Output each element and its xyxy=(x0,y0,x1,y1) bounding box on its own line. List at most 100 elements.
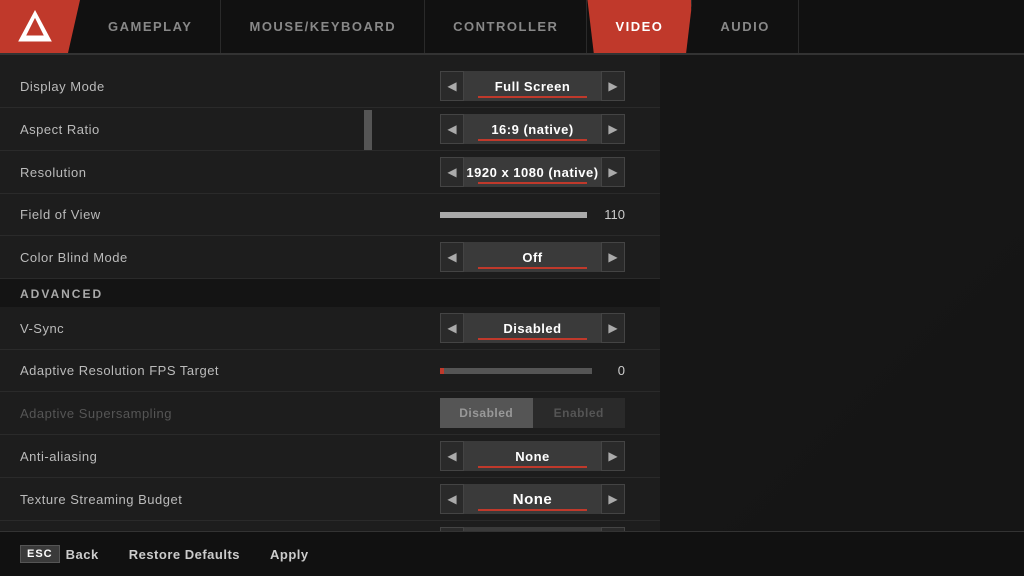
vsync-next[interactable]: ▶ xyxy=(601,313,625,343)
fov-slider[interactable]: 110 xyxy=(440,207,625,222)
apply-button[interactable]: Apply xyxy=(270,547,309,562)
anti-aliasing-value-box: None xyxy=(464,441,601,471)
display-mode-label: Display Mode xyxy=(20,79,440,94)
adaptive-res-control: 0 xyxy=(440,363,640,378)
resolution-next[interactable]: ▶ xyxy=(601,157,625,187)
adaptive-res-fill xyxy=(440,368,444,374)
anti-aliasing-next[interactable]: ▶ xyxy=(601,441,625,471)
esc-key-badge: ESC xyxy=(20,545,60,563)
aspect-ratio-value-box: 16:9 (native) xyxy=(464,114,601,144)
resolution-underline xyxy=(478,182,588,184)
adaptive-res-label: Adaptive Resolution FPS Target xyxy=(20,363,440,378)
aspect-ratio-next[interactable]: ▶ xyxy=(601,114,625,144)
tab-audio[interactable]: AUDIO xyxy=(692,0,798,53)
texture-budget-value-box: None xyxy=(464,484,601,514)
color-blind-next[interactable]: ▶ xyxy=(601,242,625,272)
resolution-value-box: 1920 x 1080 (native) xyxy=(464,157,601,187)
right-panel xyxy=(660,55,1024,531)
tab-controller[interactable]: CONTROLLER xyxy=(425,0,587,53)
aspect-ratio-label: Aspect Ratio xyxy=(20,122,440,137)
setting-texture-filter: Texture Filtering ◀ Bilinear ▶ xyxy=(0,521,660,531)
settings-panel: Display Mode ◀ Full Screen ▶ Aspect Rati… xyxy=(0,55,660,531)
texture-budget-control: ◀ None ▶ xyxy=(440,484,640,514)
display-mode-prev[interactable]: ◀ xyxy=(440,71,464,101)
restore-label: Restore Defaults xyxy=(129,547,240,562)
vsync-arrow-select: ◀ Disabled ▶ xyxy=(440,313,625,343)
vsync-prev[interactable]: ◀ xyxy=(440,313,464,343)
adaptive-super-enabled-btn[interactable]: Enabled xyxy=(533,398,626,428)
logo-area xyxy=(0,0,80,53)
resolution-label: Resolution xyxy=(20,165,440,180)
adaptive-super-disabled-btn[interactable]: Disabled xyxy=(440,398,533,428)
texture-budget-value: None xyxy=(513,491,553,508)
advanced-section-header: ADVANCED xyxy=(0,279,660,307)
texture-budget-arrow-select: ◀ None ▶ xyxy=(440,484,625,514)
resolution-control: ◀ 1920 x 1080 (native) ▶ xyxy=(440,157,640,187)
anti-aliasing-arrow-select: ◀ None ▶ xyxy=(440,441,625,471)
texture-budget-prev[interactable]: ◀ xyxy=(440,484,464,514)
fov-control: 110 xyxy=(440,207,640,222)
scrollbar-thumb[interactable] xyxy=(364,110,372,150)
fov-label: Field of View xyxy=(20,207,440,222)
anti-aliasing-control: ◀ None ▶ xyxy=(440,441,640,471)
aspect-ratio-control: ◀ 16:9 (native) ▶ xyxy=(440,114,640,144)
fov-slider-track[interactable] xyxy=(440,212,587,218)
color-blind-control: ◀ Off ▶ xyxy=(440,242,640,272)
color-blind-underline xyxy=(478,267,588,269)
display-mode-underline xyxy=(478,96,588,98)
nav-tabs: GAMEPLAY MOUSE/KEYBOARD CONTROLLER VIDEO… xyxy=(80,0,1024,53)
vsync-value-box: Disabled xyxy=(464,313,601,343)
aspect-ratio-underline xyxy=(478,139,588,141)
anti-aliasing-value: None xyxy=(515,449,550,464)
anti-aliasing-prev[interactable]: ◀ xyxy=(440,441,464,471)
adaptive-res-bar[interactable] xyxy=(440,368,592,374)
display-mode-value: Full Screen xyxy=(495,79,571,94)
vsync-control: ◀ Disabled ▶ xyxy=(440,313,640,343)
aspect-ratio-value: 16:9 (native) xyxy=(491,122,573,137)
vsync-underline xyxy=(478,338,588,340)
aspect-ratio-prev[interactable]: ◀ xyxy=(440,114,464,144)
adaptive-res-value: 0 xyxy=(600,363,625,378)
setting-aspect-ratio: Aspect Ratio ◀ 16:9 (native) ▶ xyxy=(0,108,660,151)
display-mode-value-box: Full Screen xyxy=(464,71,601,101)
fov-slider-fill xyxy=(440,212,587,218)
tab-gameplay[interactable]: GAMEPLAY xyxy=(80,0,221,53)
color-blind-value-box: Off xyxy=(464,242,601,272)
color-blind-arrow-select: ◀ Off ▶ xyxy=(440,242,625,272)
back-button[interactable]: ESC Back xyxy=(20,545,99,563)
tab-video[interactable]: VIDEO xyxy=(587,0,692,53)
setting-adaptive-super: Adaptive Supersampling Disabled Enabled xyxy=(0,392,660,435)
display-mode-control: ◀ Full Screen ▶ xyxy=(440,71,640,101)
setting-fov: Field of View 110 xyxy=(0,194,660,236)
apex-logo xyxy=(15,7,55,47)
top-navigation: GAMEPLAY MOUSE/KEYBOARD CONTROLLER VIDEO… xyxy=(0,0,1024,55)
setting-color-blind: Color Blind Mode ◀ Off ▶ xyxy=(0,236,660,279)
aspect-ratio-arrow-select: ◀ 16:9 (native) ▶ xyxy=(440,114,625,144)
back-label: Back xyxy=(66,547,99,562)
resolution-arrow-select: ◀ 1920 x 1080 (native) ▶ xyxy=(440,157,625,187)
setting-display-mode: Display Mode ◀ Full Screen ▶ xyxy=(0,65,660,108)
color-blind-value: Off xyxy=(522,250,542,265)
scrollbar-track[interactable] xyxy=(364,110,372,150)
color-blind-label: Color Blind Mode xyxy=(20,250,440,265)
tab-mouse-keyboard[interactable]: MOUSE/KEYBOARD xyxy=(221,0,425,53)
texture-budget-underline xyxy=(478,509,588,511)
setting-vsync: V-Sync ◀ Disabled ▶ xyxy=(0,307,660,350)
vsync-value: Disabled xyxy=(503,321,561,336)
apply-label: Apply xyxy=(270,547,309,562)
fov-value: 110 xyxy=(595,207,625,222)
adaptive-super-label: Adaptive Supersampling xyxy=(20,406,440,421)
setting-anti-aliasing: Anti-aliasing ◀ None ▶ xyxy=(0,435,660,478)
restore-defaults-button[interactable]: Restore Defaults xyxy=(129,547,240,562)
main-content: Display Mode ◀ Full Screen ▶ Aspect Rati… xyxy=(0,55,1024,531)
setting-resolution: Resolution ◀ 1920 x 1080 (native) ▶ xyxy=(0,151,660,194)
adaptive-res-slider[interactable]: 0 xyxy=(440,363,625,378)
adaptive-super-toggle: Disabled Enabled xyxy=(440,398,625,428)
resolution-prev[interactable]: ◀ xyxy=(440,157,464,187)
texture-budget-next[interactable]: ▶ xyxy=(601,484,625,514)
display-mode-next[interactable]: ▶ xyxy=(601,71,625,101)
setting-texture-budget: Texture Streaming Budget ◀ None ▶ xyxy=(0,478,660,521)
vsync-label: V-Sync xyxy=(20,321,440,336)
color-blind-prev[interactable]: ◀ xyxy=(440,242,464,272)
anti-aliasing-underline xyxy=(478,466,588,468)
